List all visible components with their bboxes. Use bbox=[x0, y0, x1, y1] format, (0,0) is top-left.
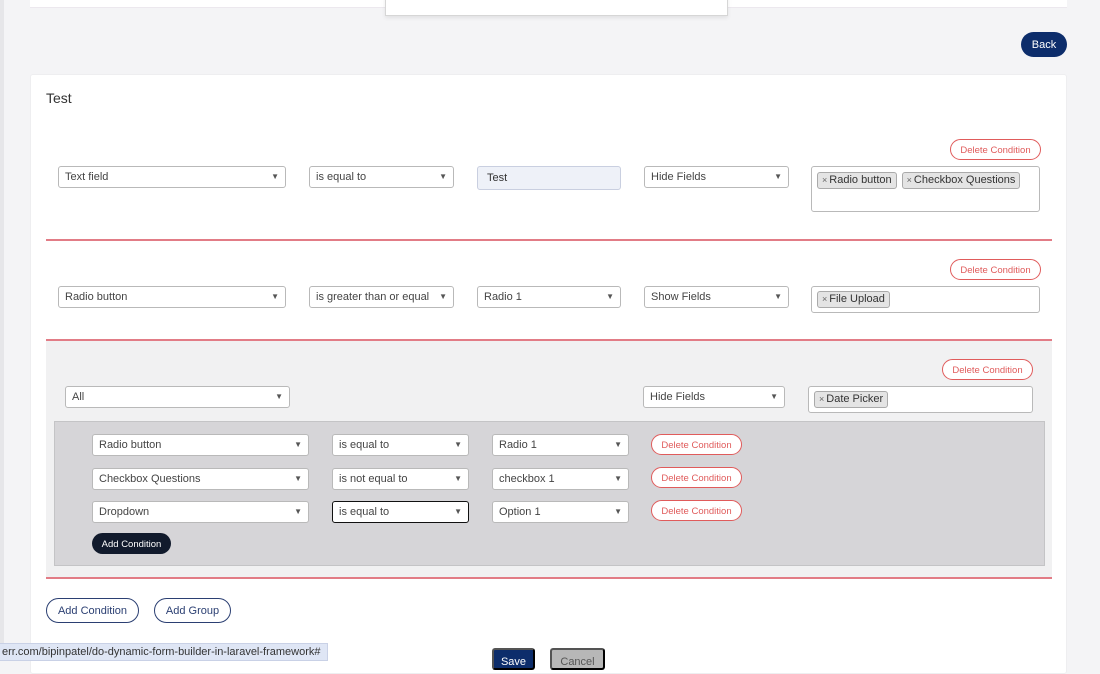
value-input[interactable]: Test bbox=[477, 166, 621, 190]
add-group-button[interactable]: Add Group bbox=[154, 598, 231, 623]
cancel-button[interactable]: Cancel bbox=[550, 648, 605, 670]
group-value-value: Option 1 bbox=[499, 506, 541, 518]
chevron-down-icon: ▼ bbox=[454, 440, 462, 449]
action-select[interactable]: Show Fields ▼ bbox=[644, 286, 789, 308]
group-value-select[interactable]: Radio 1 ▼ bbox=[492, 434, 629, 456]
chevron-down-icon: ▼ bbox=[271, 172, 279, 181]
group-value-value: Radio 1 bbox=[499, 439, 537, 451]
operator-select[interactable]: is equal to ▼ bbox=[309, 166, 454, 188]
operator-select[interactable]: is greater than or equal ▼ bbox=[309, 286, 454, 308]
target-tag[interactable]: × Checkbox Questions bbox=[901, 172, 1021, 189]
value-input-text: Test bbox=[487, 172, 508, 184]
group-operator-value: is equal to bbox=[339, 439, 390, 451]
chevron-down-icon: ▼ bbox=[271, 292, 279, 301]
group-operator-select[interactable]: is equal to ▼ bbox=[332, 434, 469, 456]
back-button[interactable]: Back bbox=[1021, 32, 1067, 57]
chevron-down-icon: ▼ bbox=[770, 392, 778, 401]
action-select-value: Hide Fields bbox=[651, 171, 707, 183]
group-match-value: All bbox=[72, 391, 85, 403]
close-icon[interactable]: × bbox=[907, 175, 912, 185]
chevron-down-icon: ▼ bbox=[439, 172, 447, 181]
target-tag[interactable]: × File Upload bbox=[817, 291, 890, 308]
delete-condition-button[interactable]: Delete Condition bbox=[651, 500, 742, 521]
delete-condition-button[interactable]: Delete Condition bbox=[651, 434, 742, 455]
tag-label: Date Picker bbox=[826, 393, 884, 405]
chevron-down-icon: ▼ bbox=[614, 507, 622, 516]
value-select[interactable]: Radio 1 ▼ bbox=[477, 286, 621, 308]
group-value-select[interactable]: Option 1 ▼ bbox=[492, 501, 629, 523]
delete-condition-button[interactable]: Delete Condition bbox=[950, 259, 1041, 280]
group-field-value: Checkbox Questions bbox=[99, 473, 201, 485]
field-select-value: Radio button bbox=[65, 291, 128, 303]
group-operator-select[interactable]: is not equal to ▼ bbox=[332, 468, 469, 490]
delete-condition-button[interactable]: Delete Condition bbox=[950, 139, 1041, 160]
close-icon[interactable]: × bbox=[822, 175, 827, 185]
chevron-down-icon: ▼ bbox=[454, 474, 462, 483]
chevron-down-icon: ▼ bbox=[439, 292, 447, 301]
card-title: Test bbox=[46, 90, 72, 106]
value-select-value: Radio 1 bbox=[484, 291, 522, 303]
condition-separator bbox=[46, 577, 1052, 579]
chevron-down-icon: ▼ bbox=[294, 507, 302, 516]
tag-label: Checkbox Questions bbox=[913, 174, 1016, 186]
chevron-down-icon: ▼ bbox=[774, 292, 782, 301]
close-icon[interactable]: × bbox=[819, 394, 824, 404]
left-edge bbox=[0, 0, 4, 661]
condition-separator bbox=[46, 239, 1052, 241]
target-fields-multiselect[interactable]: × Radio button × Checkbox Questions bbox=[811, 166, 1040, 212]
tag-label: Radio button bbox=[829, 174, 892, 186]
group-add-condition-button[interactable]: Add Condition bbox=[92, 533, 171, 554]
chevron-down-icon: ▼ bbox=[294, 440, 302, 449]
chevron-down-icon: ▼ bbox=[614, 440, 622, 449]
field-select-value: Text field bbox=[65, 171, 109, 183]
target-tag[interactable]: × Date Picker bbox=[814, 391, 889, 408]
chevron-down-icon: ▼ bbox=[614, 474, 622, 483]
target-fields-multiselect[interactable]: × File Upload bbox=[811, 286, 1040, 313]
chevron-down-icon: ▼ bbox=[275, 392, 283, 401]
delete-group-button[interactable]: Delete Condition bbox=[942, 359, 1033, 380]
group-operator-select[interactable]: is equal to ▼ bbox=[332, 501, 469, 523]
group-value-select[interactable]: checkbox 1 ▼ bbox=[492, 468, 629, 490]
tag-label: File Upload bbox=[829, 293, 885, 305]
delete-condition-button[interactable]: Delete Condition bbox=[651, 467, 742, 488]
field-select[interactable]: Radio button ▼ bbox=[58, 286, 286, 308]
chevron-down-icon: ▼ bbox=[774, 172, 782, 181]
operator-select-value: is greater than or equal bbox=[316, 291, 430, 303]
group-operator-value: is not equal to bbox=[339, 473, 408, 485]
group-action-value: Hide Fields bbox=[650, 391, 706, 403]
operator-select-value: is equal to bbox=[316, 171, 367, 183]
group-action-select[interactable]: Hide Fields ▼ bbox=[643, 386, 785, 408]
add-condition-button[interactable]: Add Condition bbox=[46, 598, 139, 623]
group-field-value: Dropdown bbox=[99, 506, 150, 518]
close-icon[interactable]: × bbox=[822, 294, 827, 304]
chevron-down-icon: ▼ bbox=[606, 292, 614, 301]
save-button[interactable]: Save bbox=[492, 648, 535, 670]
group-field-value: Radio button bbox=[99, 439, 162, 451]
status-bar-url: err.com/bipinpatel/do-dynamic-form-build… bbox=[0, 643, 328, 661]
group-value-value: checkbox 1 bbox=[499, 473, 555, 485]
tooltip-popup bbox=[385, 0, 728, 16]
target-tag[interactable]: × Radio button bbox=[817, 172, 897, 189]
group-field-select[interactable]: Radio button ▼ bbox=[92, 434, 309, 456]
group-field-select[interactable]: Dropdown ▼ bbox=[92, 501, 309, 523]
group-operator-value: is equal to bbox=[339, 506, 390, 518]
action-select[interactable]: Hide Fields ▼ bbox=[644, 166, 789, 188]
group-target-multiselect[interactable]: × Date Picker bbox=[808, 386, 1033, 413]
group-field-select[interactable]: Checkbox Questions ▼ bbox=[92, 468, 309, 490]
group-match-select[interactable]: All ▼ bbox=[65, 386, 290, 408]
chevron-down-icon: ▼ bbox=[294, 474, 302, 483]
action-select-value: Show Fields bbox=[651, 291, 711, 303]
chevron-down-icon: ▼ bbox=[454, 507, 462, 516]
field-select[interactable]: Text field ▼ bbox=[58, 166, 286, 188]
